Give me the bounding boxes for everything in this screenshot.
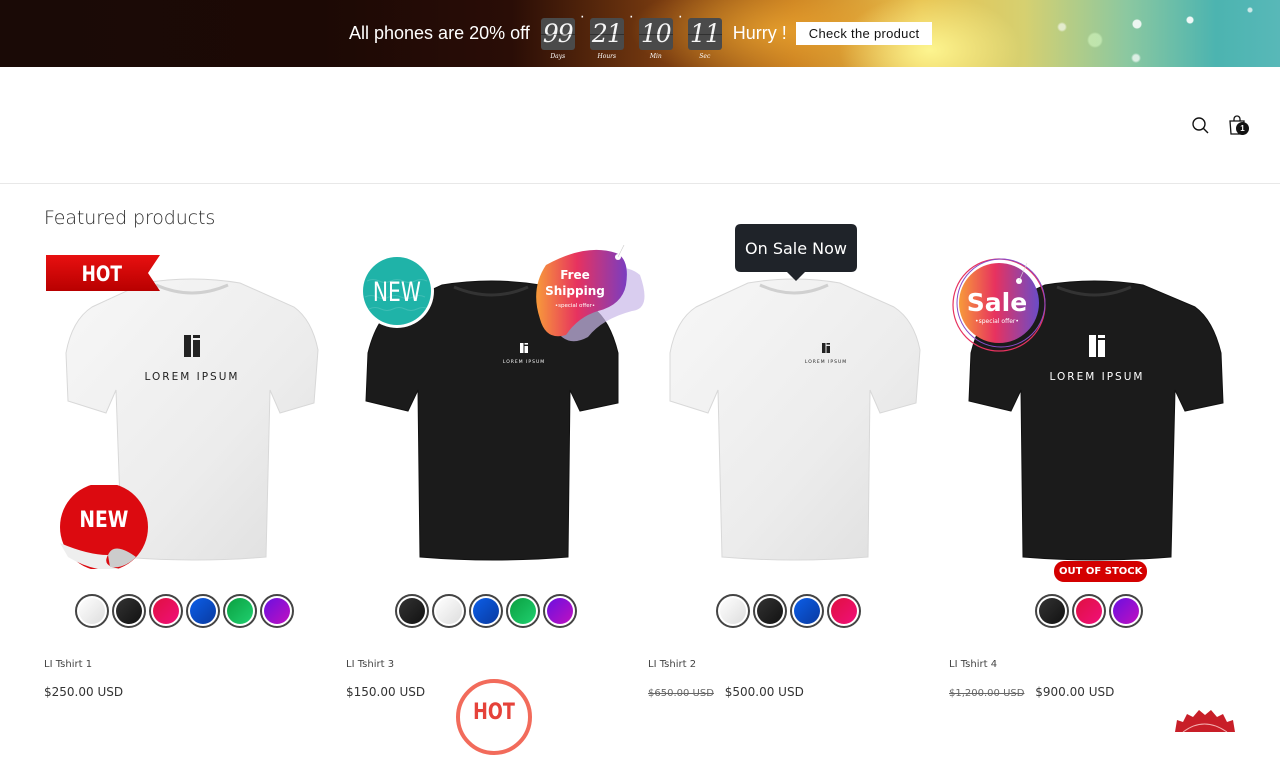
hot-ribbon-badge: HOT: [46, 255, 160, 291]
swatch-white[interactable]: [74, 594, 109, 628]
countdown-hours-value: 21: [589, 17, 624, 50]
swatch-black[interactable]: [752, 594, 787, 628]
countdown-days: 99 Days: [540, 17, 575, 61]
countdown-hours-label: Hours: [597, 52, 617, 60]
product-card[interactable]: LOREM IPSUM HOT NEW LI Tshirt 1 $250.00 …: [44, 245, 324, 720]
countdown-separator: ·: [579, 7, 585, 25]
free-shipping-badge: Free Shipping •special offer•: [536, 245, 645, 342]
seal-badge: [1175, 710, 1235, 732]
color-swatches: [44, 594, 324, 628]
product-price: $1,200.00 USD $900.00 USD: [949, 685, 1114, 699]
cart-count-badge: 1: [1236, 122, 1249, 135]
svg-text:•special offer•: •special offer•: [555, 303, 595, 309]
swatch-black[interactable]: [395, 594, 429, 628]
countdown-minutes: 10 Min: [638, 17, 673, 61]
product-title[interactable]: LI Tshirt 3: [346, 659, 394, 670]
product-title[interactable]: LI Tshirt 2: [648, 659, 696, 670]
countdown-days-value: 99: [540, 17, 575, 50]
countdown-separator: ·: [677, 7, 683, 25]
swatch-pink[interactable]: [826, 594, 861, 628]
search-button[interactable]: [1189, 114, 1213, 138]
svg-text:•special offer•: •special offer•: [975, 318, 1019, 325]
countdown-separator: ·: [628, 7, 634, 25]
tshirt-image: LOREM IPSUM: [669, 278, 921, 561]
svg-text:NEW: NEW: [373, 276, 421, 308]
brand-logo-text: LOREM IPSUM: [145, 371, 240, 383]
search-icon: [1192, 117, 1209, 134]
swatch-purple[interactable]: [543, 594, 577, 628]
svg-text:LOREM IPSUM: LOREM IPSUM: [503, 359, 545, 365]
svg-text:Sale: Sale: [967, 288, 1027, 317]
product-image[interactable]: LOREM IPSUM On Sale Now: [648, 224, 928, 575]
swatch-blue[interactable]: [469, 594, 503, 628]
product-price: $650.00 USD $500.00 USD: [648, 685, 804, 699]
swatch-white[interactable]: [432, 594, 466, 628]
brand-logo-mark: [184, 335, 191, 357]
product-image[interactable]: LOREM IPSUM Sale •special offer• OUT OF …: [949, 245, 1229, 582]
check-product-button[interactable]: Check the product: [795, 22, 933, 45]
swatch-blue[interactable]: [789, 594, 824, 628]
product-image[interactable]: LOREM IPSUM NEW Free Shipping •special o…: [346, 245, 645, 575]
product-card[interactable]: LOREM IPSUM Sale •special offer• OUT OF …: [949, 245, 1235, 732]
swatch-pink[interactable]: [148, 594, 183, 628]
swatch-blue[interactable]: [185, 594, 220, 628]
swatch-green[interactable]: [506, 594, 540, 628]
countdown-days-label: Days: [550, 52, 566, 60]
color-swatches: [648, 594, 928, 628]
svg-text:LOREM IPSUM: LOREM IPSUM: [805, 359, 847, 365]
countdown-hours: 21 Hours: [589, 17, 624, 61]
product-title[interactable]: LI Tshirt 1: [44, 659, 92, 670]
product-price: $150.00 USD: [346, 685, 425, 699]
color-swatches: [346, 594, 626, 628]
product-title[interactable]: LI Tshirt 4: [949, 659, 997, 670]
svg-text:HOT: HOT: [473, 699, 515, 724]
svg-text:NEW: NEW: [79, 507, 128, 533]
swatch-black[interactable]: [1035, 594, 1069, 628]
swatch-white[interactable]: [715, 594, 750, 628]
countdown-seconds: 11 Sec: [687, 17, 722, 61]
product-card[interactable]: LOREM IPSUM On Sale Now LI Tshirt 2 $650…: [648, 224, 928, 720]
on-sale-now-badge: On Sale Now: [735, 224, 857, 281]
sale-price: $150.00 USD: [346, 685, 426, 699]
svg-text:On Sale Now: On Sale Now: [745, 239, 847, 258]
product-card[interactable]: LOREM IPSUM NEW Free Shipping •special o…: [346, 245, 645, 755]
swatch-pink[interactable]: [1072, 594, 1106, 628]
announcement-text: All phones are 20% off: [349, 23, 530, 43]
out-of-stock-badge: OUT OF STOCK: [1054, 561, 1148, 582]
site-header: [0, 67, 1280, 184]
sale-price: $250.00 USD: [44, 685, 124, 699]
sale-price: $500.00 USD: [724, 685, 804, 699]
countdown-timer: 99 Days · 21 Hours · 10 Min · 11 Sec: [540, 8, 722, 61]
sale-price: $900.00 USD: [1035, 685, 1115, 699]
color-swatches: [949, 594, 1229, 628]
hurry-text: Hurry !: [732, 23, 787, 43]
compare-at-price: $1,200.00 USD: [949, 688, 1025, 699]
swatch-black[interactable]: [111, 594, 146, 628]
product-image[interactable]: LOREM IPSUM HOT NEW: [44, 245, 324, 575]
swatch-green[interactable]: [222, 594, 257, 628]
svg-text:LOREM IPSUM: LOREM IPSUM: [1050, 371, 1145, 383]
swatch-purple[interactable]: [259, 594, 294, 628]
section-title: Featured products: [44, 207, 216, 229]
countdown-seconds-value: 11: [687, 17, 722, 50]
swatch-purple[interactable]: [1109, 594, 1143, 628]
new-circle-badge: NEW: [360, 254, 434, 328]
compare-at-price: $650.00 USD: [648, 688, 714, 699]
hot-circle-badge: HOT: [456, 679, 532, 755]
product-price: $250.00 USD: [44, 685, 123, 699]
sale-badge: Sale •special offer•: [952, 258, 1046, 352]
countdown-seconds-label: Sec: [699, 52, 711, 60]
svg-text:Free: Free: [560, 268, 590, 282]
countdown-minutes-value: 10: [638, 17, 673, 50]
new-sticker-badge: NEW: [60, 485, 148, 569]
svg-text:Shipping: Shipping: [545, 284, 605, 298]
svg-text:HOT: HOT: [82, 261, 123, 286]
announcement-bar: All phones are 20% off 99 Days · 21 Hour…: [0, 0, 1280, 67]
countdown-minutes-label: Min: [649, 52, 662, 60]
